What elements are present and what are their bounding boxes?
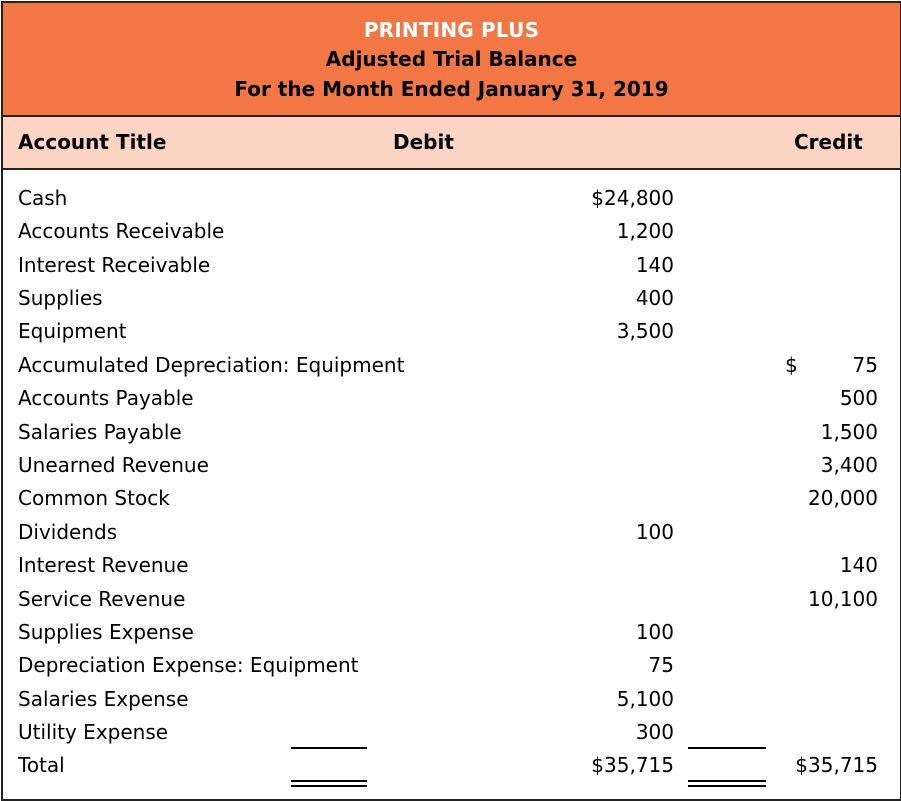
credit-amount: 10,100 bbox=[808, 587, 878, 611]
statement-period: For the Month Ended January 31, 2019 bbox=[234, 77, 669, 101]
table-row: Supplies 400 bbox=[3, 286, 900, 319]
account-title: Salaries Expense bbox=[18, 687, 189, 711]
account-title: Accounts Receivable bbox=[18, 219, 225, 243]
credit-amount: 140 bbox=[839, 553, 878, 577]
table-row: Equipment 3,500 bbox=[3, 319, 900, 352]
debit-amount: 3,500 bbox=[616, 319, 674, 343]
debit-amount: 300 bbox=[635, 720, 674, 744]
table-row: Supplies Expense 100 bbox=[3, 620, 900, 653]
account-title: Accumulated Depreciation: Equipment bbox=[18, 353, 405, 377]
credit-amount: 500 bbox=[839, 386, 878, 410]
account-title: Accounts Payable bbox=[18, 386, 194, 410]
debit-total: $35,715 bbox=[591, 753, 674, 777]
account-title: Supplies bbox=[18, 286, 103, 310]
table-row: Dividends 100 bbox=[3, 520, 900, 553]
table-row: Accounts Receivable 1,200 bbox=[3, 219, 900, 252]
column-header-debit: Debit bbox=[393, 130, 454, 154]
credit-subtotal-rule bbox=[688, 747, 766, 749]
table-row: Interest Revenue 140 bbox=[3, 553, 900, 586]
total-label: Total bbox=[18, 753, 65, 777]
table-row: Accounts Payable 500 bbox=[3, 386, 900, 419]
table-row: Accumulated Depreciation: Equipment $ 75 bbox=[3, 353, 900, 386]
column-header-row: Account Title Debit Credit bbox=[3, 117, 900, 170]
credit-amount: 1,500 bbox=[820, 420, 878, 444]
account-title: Utility Expense bbox=[18, 720, 169, 744]
debit-subtotal-rule bbox=[291, 747, 367, 749]
account-title: Cash bbox=[18, 186, 68, 210]
account-title: Supplies Expense bbox=[18, 620, 194, 644]
table-row: Salaries Expense 5,100 bbox=[3, 687, 900, 720]
credit-dollar-sign: $ bbox=[785, 353, 798, 377]
account-title: Service Revenue bbox=[18, 587, 186, 611]
debit-total-double-rule bbox=[291, 780, 367, 787]
account-title: Depreciation Expense: Equipment bbox=[18, 653, 359, 677]
account-title: Common Stock bbox=[18, 486, 170, 510]
debit-amount: $24,800 bbox=[591, 186, 674, 210]
table-row: Depreciation Expense: Equipment 75 bbox=[3, 653, 900, 686]
title-band: PRINTING PLUS Adjusted Trial Balance For… bbox=[3, 3, 900, 117]
debit-amount: 100 bbox=[635, 620, 674, 644]
account-title: Interest Receivable bbox=[18, 253, 211, 277]
company-name: PRINTING PLUS bbox=[363, 18, 540, 42]
table-row: Unearned Revenue 3,400 bbox=[3, 453, 900, 486]
debit-amount: 1,200 bbox=[616, 219, 674, 243]
credit-amount: 3,400 bbox=[820, 453, 878, 477]
table-row: Interest Receivable 140 bbox=[3, 253, 900, 286]
account-title: Salaries Payable bbox=[18, 420, 182, 444]
credit-amount: 75 bbox=[852, 353, 878, 377]
account-title: Interest Revenue bbox=[18, 553, 189, 577]
table-row: Service Revenue 10,100 bbox=[3, 587, 900, 620]
debit-amount: 5,100 bbox=[616, 687, 674, 711]
debit-amount: 75 bbox=[648, 653, 674, 677]
credit-total: $35,715 bbox=[795, 753, 878, 777]
credit-total-double-rule bbox=[688, 780, 766, 787]
credit-amount: 20,000 bbox=[808, 486, 878, 510]
debit-amount: 100 bbox=[635, 520, 674, 544]
table-row: Cash $24,800 bbox=[3, 186, 900, 219]
debit-amount: 400 bbox=[635, 286, 674, 310]
account-title: Equipment bbox=[18, 319, 127, 343]
debit-amount: 140 bbox=[635, 253, 674, 277]
trial-balance-table: PRINTING PLUS Adjusted Trial Balance For… bbox=[1, 1, 901, 801]
statement-title: Adjusted Trial Balance bbox=[325, 47, 578, 71]
column-header-credit: Credit bbox=[794, 130, 863, 154]
account-title: Unearned Revenue bbox=[18, 453, 209, 477]
account-title: Dividends bbox=[18, 520, 118, 544]
table-row: Salaries Payable 1,500 bbox=[3, 420, 900, 453]
table-row: Common Stock 20,000 bbox=[3, 486, 900, 519]
column-header-account: Account Title bbox=[18, 130, 167, 154]
